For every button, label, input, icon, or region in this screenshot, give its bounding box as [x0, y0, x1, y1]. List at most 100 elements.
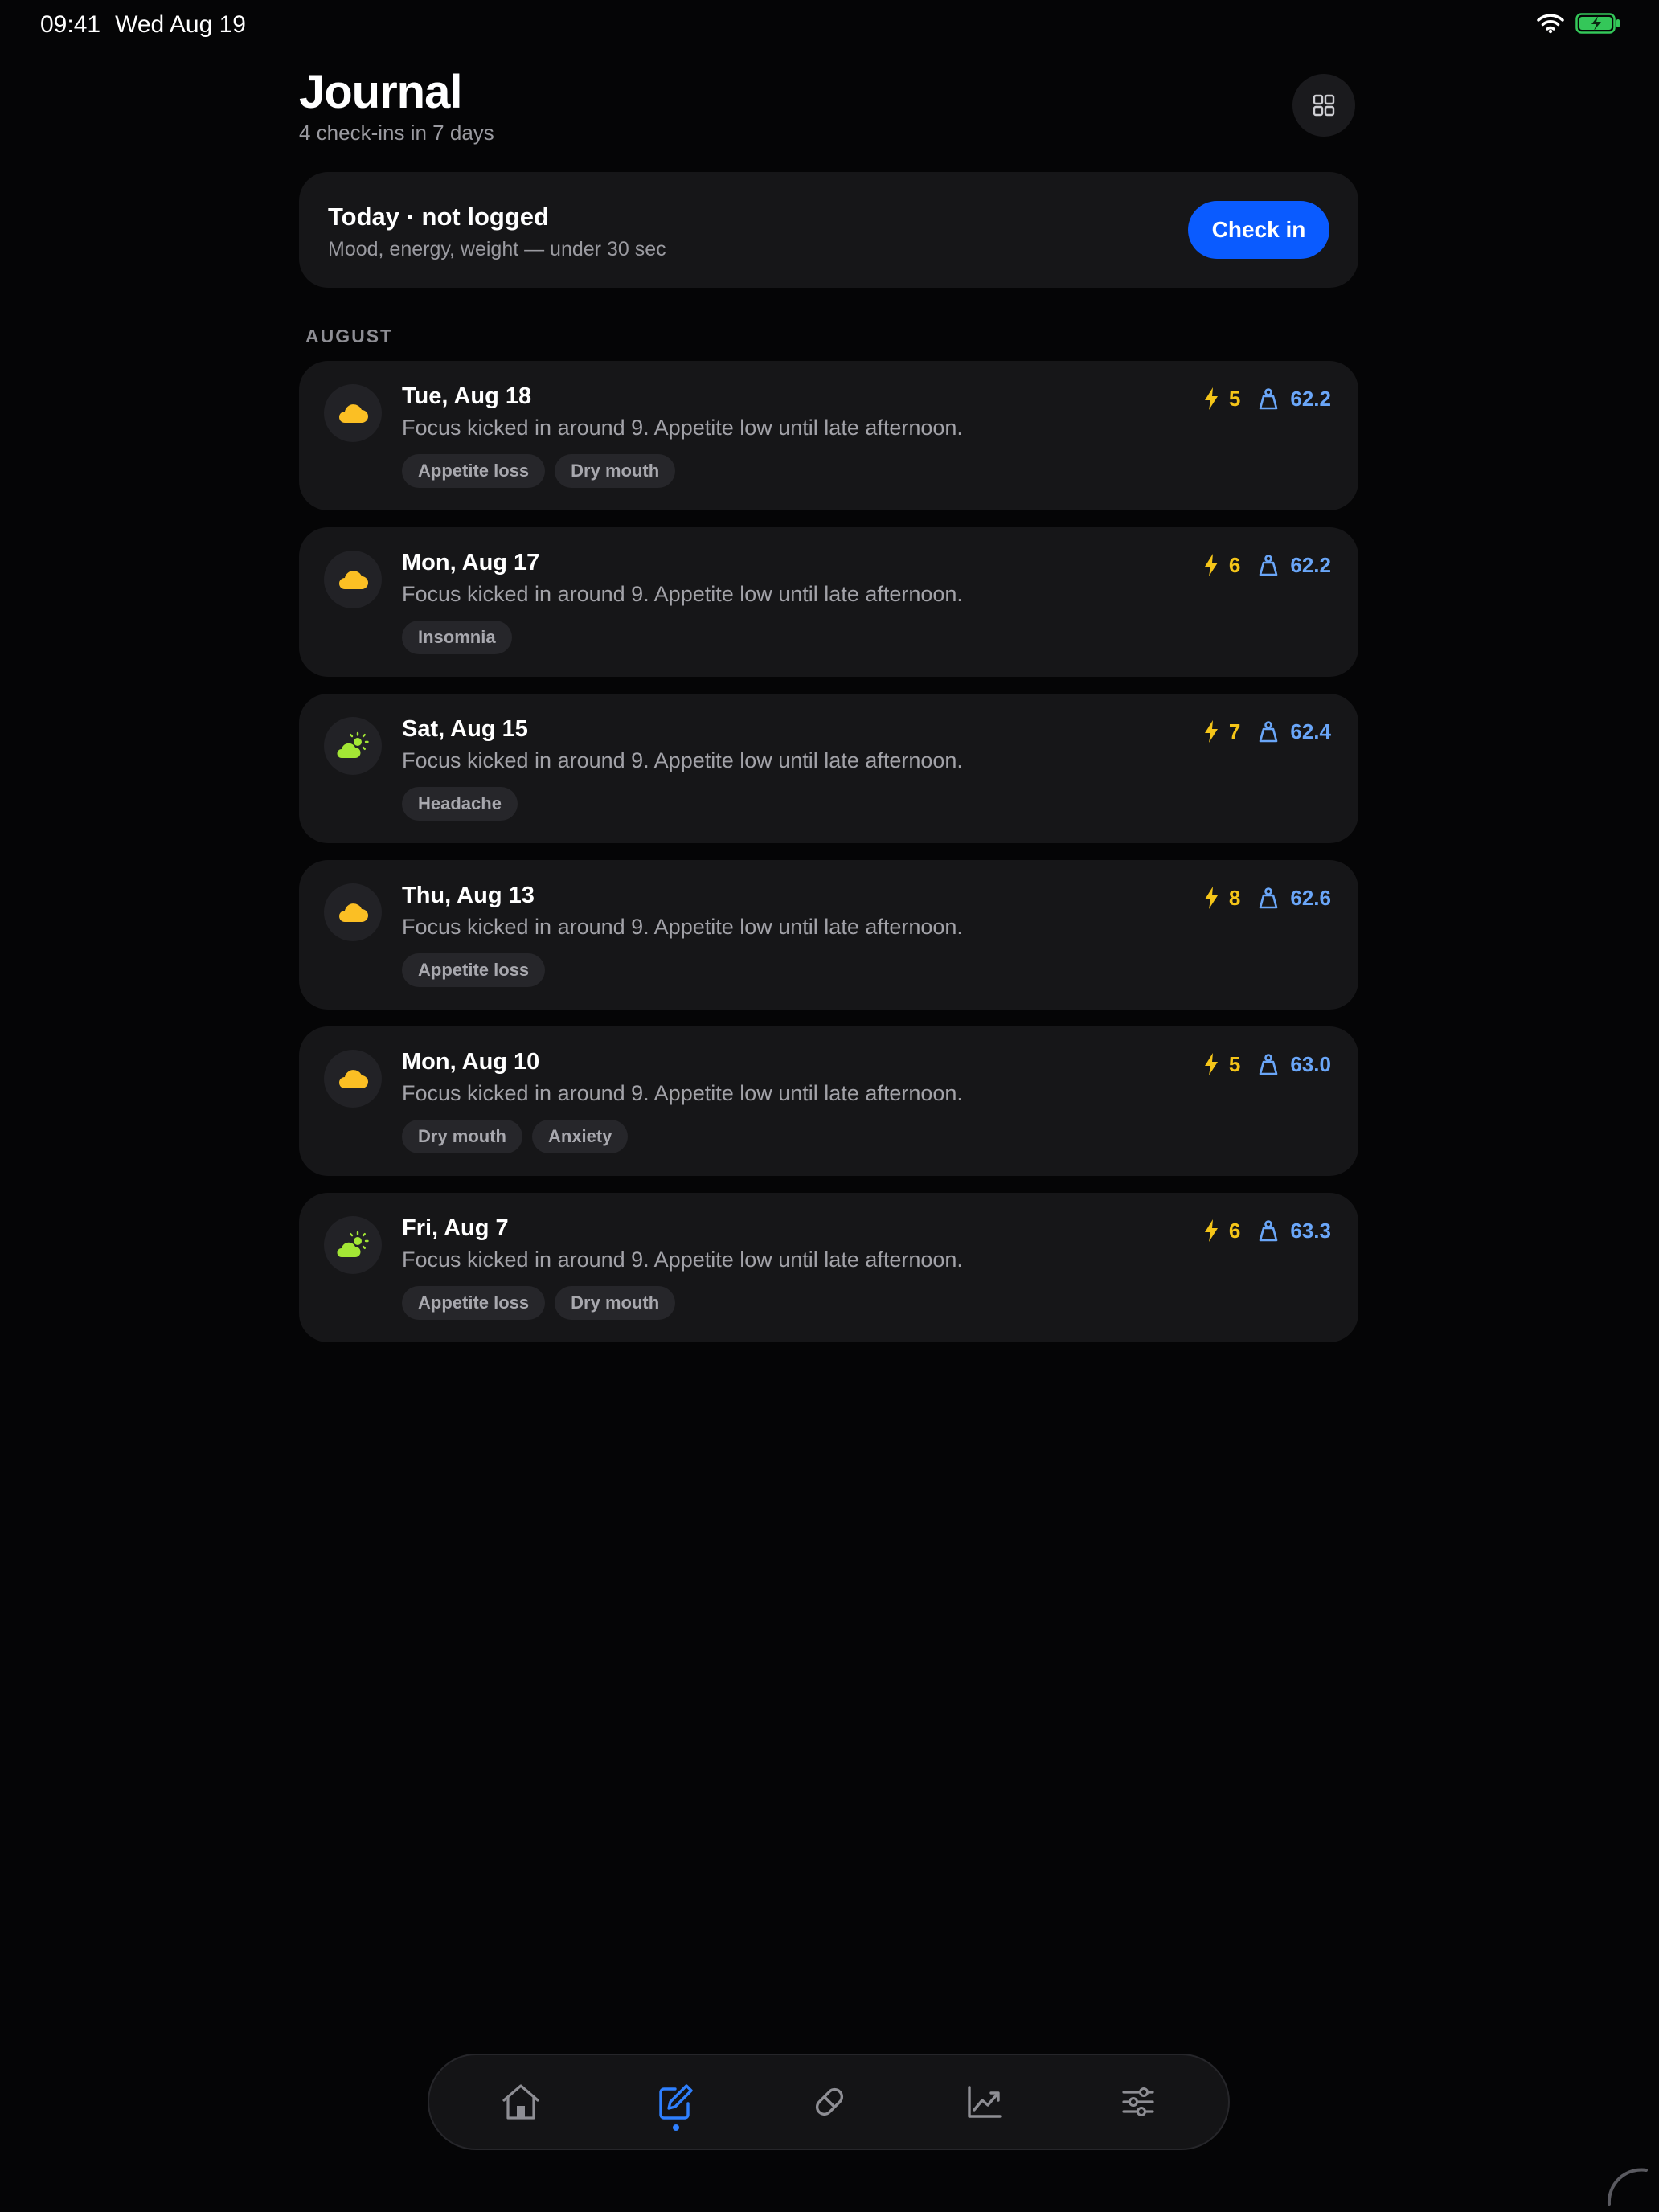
energy-bolt-icon [1204, 387, 1218, 410]
partly-sunny-icon [337, 1231, 369, 1257]
today-checkin-card: Today · not logged Mood, energy, weight … [299, 172, 1358, 288]
page-title: Journal [299, 66, 463, 118]
wifi-icon [1537, 14, 1564, 34]
entry-date: Thu, Aug 13 [402, 883, 535, 908]
journal-entry[interactable]: Mon, Aug 10 Focus kicked in around 9. Ap… [299, 1026, 1358, 1176]
tab-home[interactable] [495, 2076, 547, 2128]
weight-value: 62.6 [1290, 885, 1331, 910]
energy-bolt-icon [1204, 887, 1218, 909]
symptom-tag: Appetite loss [402, 1286, 546, 1320]
energy-value: 6 [1228, 1218, 1241, 1243]
mood-badge [324, 551, 382, 608]
weight-scale-icon [1260, 1220, 1278, 1242]
weight-scale-icon [1260, 721, 1278, 743]
home-icon [502, 2084, 539, 2120]
energy-bolt-icon [1204, 720, 1218, 743]
symptom-tag: Appetite loss [402, 953, 546, 987]
weight-value: 63.0 [1290, 1051, 1331, 1076]
journal-edit-icon [659, 2084, 693, 2120]
status-bar: 09:41 Wed Aug 19 [0, 0, 1659, 51]
journal-entry[interactable]: Mon, Aug 17 Focus kicked in around 9. Ap… [299, 527, 1358, 677]
tab-settings[interactable] [1112, 2076, 1164, 2128]
journal-entry[interactable]: Thu, Aug 13 Focus kicked in around 9. Ap… [299, 860, 1358, 1010]
cloud-icon [339, 1070, 368, 1088]
cloud-icon [339, 903, 368, 922]
sliders-icon [1122, 2087, 1154, 2116]
entry-note: Focus kicked in around 9. Appetite low u… [402, 748, 963, 772]
cloud-icon [339, 404, 368, 423]
check-in-button[interactable]: Check in [1188, 201, 1329, 259]
entry-metrics: 6 62.2 [1203, 551, 1331, 580]
battery-charging-icon [1575, 13, 1620, 34]
symptom-tag: Headache [402, 787, 518, 821]
cloud-icon [339, 571, 368, 589]
entry-metrics: 7 62.4 [1203, 717, 1331, 746]
weight-scale-icon [1260, 887, 1278, 909]
weight-value: 62.2 [1290, 552, 1331, 577]
journal-entry-list: Tue, Aug 18 Focus kicked in around 9. Ap… [299, 361, 1358, 1359]
journal-entry[interactable]: Fri, Aug 7 Focus kicked in around 9. App… [299, 1193, 1358, 1342]
page-subtitle: 4 check-ins in 7 days [299, 121, 494, 145]
symptom-tags: Appetite loss Dry mouth [402, 1286, 676, 1320]
bottom-tab-bar [428, 2054, 1230, 2150]
symptom-tag: Anxiety [532, 1120, 629, 1153]
energy-value: 8 [1228, 885, 1241, 910]
status-time: 09:41 [40, 11, 101, 38]
symptom-tag: Insomnia [402, 621, 512, 654]
entry-date: Mon, Aug 17 [402, 550, 540, 576]
section-label-month: AUGUST [305, 326, 394, 346]
tab-journal[interactable] [649, 2076, 701, 2131]
weight-value: 63.3 [1290, 1218, 1331, 1243]
energy-value: 5 [1228, 386, 1241, 411]
weight-value: 62.4 [1290, 719, 1331, 743]
active-tab-indicator [673, 2124, 679, 2131]
grid-icon [1313, 94, 1335, 117]
weight-scale-icon [1260, 555, 1278, 576]
entry-date: Fri, Aug 7 [402, 1215, 509, 1241]
entry-metrics: 6 63.3 [1203, 1216, 1331, 1245]
energy-bolt-icon [1204, 1053, 1218, 1075]
mood-badge [324, 883, 382, 941]
symptom-tags: Appetite loss [402, 953, 546, 987]
symptom-tag: Dry mouth [402, 1120, 522, 1153]
entry-note: Focus kicked in around 9. Appetite low u… [402, 416, 963, 440]
journal-entry[interactable]: Tue, Aug 18 Focus kicked in around 9. Ap… [299, 361, 1358, 510]
mood-badge [324, 717, 382, 775]
entry-date: Tue, Aug 18 [402, 383, 532, 409]
mood-badge [324, 1216, 382, 1274]
pill-icon [815, 2087, 844, 2116]
symptom-tag: Dry mouth [555, 454, 676, 488]
entry-note: Focus kicked in around 9. Appetite low u… [402, 1081, 963, 1105]
tab-trends[interactable] [958, 2076, 1010, 2128]
entry-metrics: 8 62.6 [1203, 883, 1331, 912]
status-time-date: 09:41 Wed Aug 19 [40, 11, 260, 39]
partly-sunny-icon [337, 731, 369, 758]
symptom-tags: Dry mouth Anxiety [402, 1120, 629, 1153]
status-date: Wed Aug 19 [115, 11, 246, 38]
mood-badge [324, 384, 382, 442]
entry-note: Focus kicked in around 9. Appetite low u… [402, 915, 963, 939]
entry-note: Focus kicked in around 9. Appetite low u… [402, 1247, 963, 1272]
chart-icon [968, 2086, 1002, 2118]
tab-medication[interactable] [804, 2076, 855, 2128]
today-title: Today · not logged [328, 203, 549, 231]
entry-metrics: 5 62.2 [1203, 384, 1331, 413]
weight-scale-icon [1260, 388, 1278, 410]
symptom-tag: Appetite loss [402, 454, 546, 488]
symptom-tags: Insomnia [402, 621, 512, 654]
grid-view-button[interactable] [1292, 74, 1355, 137]
energy-value: 6 [1228, 552, 1241, 577]
mood-badge [324, 1050, 382, 1108]
symptom-tags: Appetite loss Dry mouth [402, 454, 676, 488]
journal-entry[interactable]: Sat, Aug 15 Focus kicked in around 9. Ap… [299, 694, 1358, 843]
energy-bolt-icon [1204, 1219, 1218, 1242]
weight-value: 62.2 [1290, 386, 1331, 411]
status-icons [1537, 13, 1620, 34]
symptom-tags: Headache [402, 787, 518, 821]
energy-value: 5 [1228, 1051, 1241, 1076]
energy-bolt-icon [1204, 554, 1218, 576]
page-header: Journal 4 check-ins in 7 days [299, 66, 1358, 154]
symptom-tag: Dry mouth [555, 1286, 676, 1320]
entry-metrics: 5 63.0 [1203, 1050, 1331, 1079]
entry-date: Sat, Aug 15 [402, 716, 528, 742]
